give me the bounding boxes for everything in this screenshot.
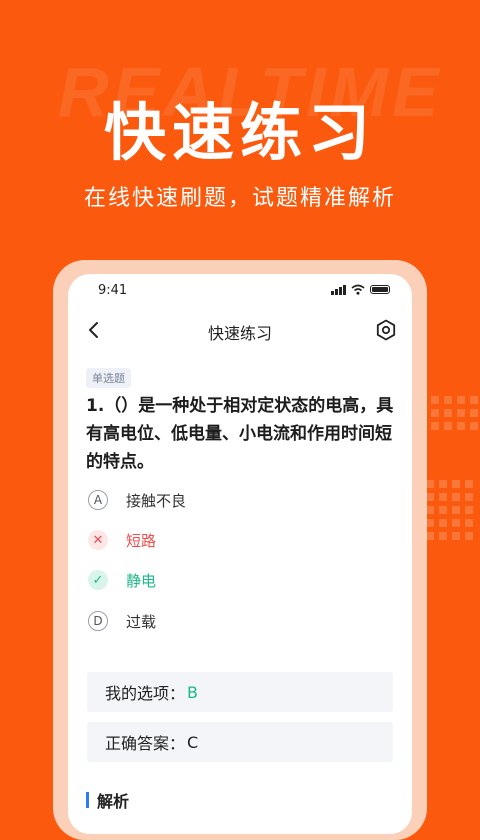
phone-screen: 9:41 快速练习 单选题 1.（）是一种处于相对定状态的电高，具有高电位、低电… [68, 274, 412, 834]
status-time: 9:41 [98, 283, 128, 298]
nav-bar: 快速练习 [68, 312, 412, 348]
hero-subtitle: 在线快速刷题，试题精准解析 [83, 186, 396, 211]
analysis-section-header: 解析 [86, 788, 129, 812]
question-text: 1.（）是一种处于相对定状态的电高，具有高电位、低电量、小电流和作用时间短的特点… [86, 396, 394, 472]
option-label: 过载 [126, 612, 157, 631]
nav-title: 快速练习 [207, 324, 272, 343]
wrong-x-icon: ✕ [88, 530, 108, 550]
hexagon-settings-icon[interactable] [374, 318, 398, 342]
question-type-badge: 单选题 [86, 368, 131, 388]
correct-answer-box: 正确答案： C [87, 722, 393, 762]
hero-title: 快速练习 [103, 96, 376, 169]
option-b-wrong[interactable]: ✕ 短路 [88, 527, 156, 553]
wifi-icon [351, 284, 365, 295]
my-answer-label: 我的选项： [105, 684, 186, 703]
analysis-label: 解析 [97, 792, 130, 811]
status-bar: 9:41 [68, 274, 412, 308]
status-icons [331, 284, 390, 295]
signal-icon [331, 284, 346, 295]
option-label: 接触不良 [126, 491, 187, 510]
analysis-accent-bar [86, 792, 89, 808]
option-label: 短路 [126, 531, 157, 550]
option-c-correct[interactable]: ✓ 静电 [88, 567, 156, 593]
battery-icon [370, 285, 390, 294]
correct-check-icon: ✓ [88, 570, 108, 590]
correct-answer-label: 正确答案： [105, 734, 186, 753]
decorative-dots [418, 396, 478, 430]
my-answer-value: B [187, 682, 198, 702]
correct-answer-value: C [187, 732, 199, 752]
option-d[interactable]: D 过载 [88, 608, 156, 634]
my-answer-box: 我的选项： B [87, 672, 393, 712]
option-letter-d: D [88, 611, 108, 631]
option-label: 静电 [126, 571, 157, 590]
option-letter-a: A [88, 490, 108, 510]
option-a[interactable]: A 接触不良 [88, 487, 186, 513]
